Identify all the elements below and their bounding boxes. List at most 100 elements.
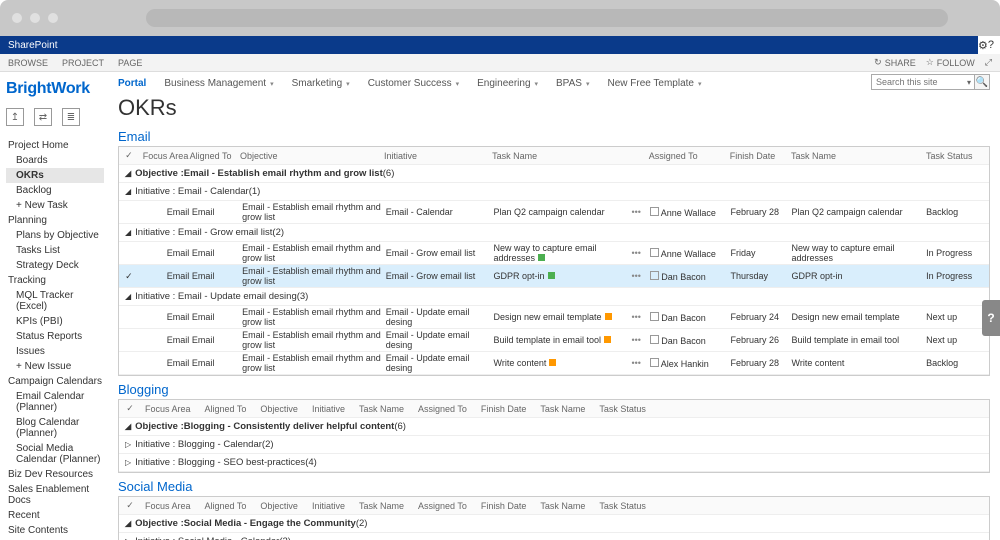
collapse-icon[interactable]: ◢ xyxy=(125,169,131,178)
topnav-item[interactable]: BPAS▾ xyxy=(556,78,589,89)
initiative-row[interactable]: ◢ Initiative : Email - Update email desi… xyxy=(119,288,989,306)
logo: BrightWork xyxy=(6,80,104,98)
row-menu-icon[interactable]: ••• xyxy=(623,335,650,345)
topnav-item[interactable]: Customer Success▾ xyxy=(368,78,459,89)
nav-subitem[interactable]: Status Reports xyxy=(6,329,104,344)
collapse-icon[interactable]: ◢ xyxy=(125,519,131,528)
row-menu-icon[interactable]: ••• xyxy=(623,248,650,258)
help-icon[interactable]: ? xyxy=(988,39,994,51)
objective-row[interactable]: ◢Objective : Blogging - Consistently del… xyxy=(119,418,989,436)
task-row[interactable]: EmailEmailEmail - Establish email rhythm… xyxy=(119,306,989,329)
task-row[interactable]: EmailEmailEmail - Establish email rhythm… xyxy=(119,329,989,352)
initiative-row[interactable]: ◢ Initiative : Email - Grow email list (… xyxy=(119,224,989,242)
nav-subitem[interactable]: KPIs (PBI) xyxy=(6,314,104,329)
grid-social: ✓ Focus Area Aligned To Objective Initia… xyxy=(118,496,990,540)
topnav-item[interactable]: Portal xyxy=(118,78,146,89)
chevron-down-icon: ▾ xyxy=(586,80,590,88)
section-title-social: Social Media xyxy=(118,479,990,494)
nav-subitem[interactable]: OKRs xyxy=(6,168,104,183)
initiative-row[interactable]: ◢ Initiative : Email - Calendar (1) xyxy=(119,183,989,201)
status-badge xyxy=(538,254,545,261)
nav-subitem[interactable]: Boards xyxy=(6,153,104,168)
row-menu-icon[interactable]: ••• xyxy=(623,207,650,217)
task-row[interactable]: ✓EmailEmailEmail - Establish email rhyth… xyxy=(119,265,989,288)
collapse-icon[interactable]: ◢ xyxy=(125,292,131,301)
assignee-checkbox[interactable] xyxy=(650,335,659,344)
topnav-item[interactable]: New Free Template▾ xyxy=(607,78,701,89)
assignee-checkbox[interactable] xyxy=(650,248,659,257)
nav-subitem[interactable]: Tasks List xyxy=(6,243,104,258)
ribbon-tab-project[interactable]: PROJECT xyxy=(62,58,104,68)
collapse-icon[interactable]: ◢ xyxy=(125,422,131,431)
assignee-checkbox[interactable] xyxy=(650,207,659,216)
assignee-checkbox[interactable] xyxy=(650,358,659,367)
chevron-down-icon: ▾ xyxy=(535,80,539,88)
status-badge xyxy=(605,313,612,320)
nav-subitem[interactable]: Email Calendar (Planner) xyxy=(6,389,104,415)
nav-item[interactable]: Site Contents xyxy=(6,523,104,538)
nav-subitem[interactable]: Blog Calendar (Planner) xyxy=(6,415,104,441)
help-side-tab[interactable]: ? xyxy=(982,300,1000,336)
nav-item[interactable]: Recent xyxy=(6,508,104,523)
nav-subitem[interactable]: Social Media Calendar (Planner) xyxy=(6,441,104,467)
collapse-icon[interactable]: ◢ xyxy=(125,228,131,237)
nav-item[interactable]: Planning xyxy=(6,213,104,228)
nav-item[interactable]: Sales Enablement Docs xyxy=(6,482,104,508)
grid-email: ✓ Focus Area Aligned To Objective Initia… xyxy=(118,146,990,376)
ribbon-tab-browse[interactable]: BROWSE xyxy=(8,58,48,68)
initiative-row[interactable]: ▷ Initiative : Blogging - Calendar (2) xyxy=(119,436,989,454)
status-badge xyxy=(604,336,611,343)
follow-button[interactable]: ☆FOLLOW xyxy=(926,57,975,68)
star-icon: ☆ xyxy=(926,57,934,68)
list-icon[interactable]: ≣ xyxy=(62,108,80,126)
collapse-icon[interactable]: ▷ xyxy=(125,458,131,467)
nav-item[interactable]: Tracking xyxy=(6,273,104,288)
nav-subitem[interactable]: Backlog xyxy=(6,183,104,198)
ribbon-tab-page[interactable]: PAGE xyxy=(118,58,142,68)
url-bar[interactable] xyxy=(146,9,948,27)
share-button[interactable]: ↻SHARE xyxy=(874,57,916,68)
share-icon: ↻ xyxy=(874,57,882,68)
nav-subitem[interactable]: MQL Tracker (Excel) xyxy=(6,288,104,314)
assignee-checkbox[interactable] xyxy=(650,312,659,321)
suite-icons: ⚙ ? xyxy=(978,36,1000,54)
nav-item[interactable]: Campaign Calendars xyxy=(6,374,104,389)
assignee-checkbox[interactable] xyxy=(650,271,659,280)
nav-subitem[interactable]: + New Issue xyxy=(6,359,104,374)
objective-row[interactable]: ◢Objective : Email - Establish email rhy… xyxy=(119,165,989,183)
browser-chrome xyxy=(0,0,1000,36)
row-menu-icon[interactable]: ••• xyxy=(623,312,650,322)
topnav-item[interactable]: Business Management▾ xyxy=(164,78,273,89)
objective-row[interactable]: ◢Objective : Social Media - Engage the C… xyxy=(119,515,989,533)
nav-subitem[interactable]: Plans by Objective xyxy=(6,228,104,243)
row-menu-icon[interactable]: ••• xyxy=(623,271,650,281)
gear-icon[interactable]: ⚙ xyxy=(978,39,988,52)
task-row[interactable]: EmailEmailEmail - Establish email rhythm… xyxy=(119,242,989,265)
initiative-row[interactable]: ▷ Initiative : Blogging - SEO best-pract… xyxy=(119,454,989,472)
sync-icon[interactable]: ⇄ xyxy=(34,108,52,126)
nav-item[interactable]: Biz Dev Resources xyxy=(6,467,104,482)
nav-subitem[interactable]: Issues xyxy=(6,344,104,359)
status-badge xyxy=(549,359,556,366)
upload-icon[interactable]: ↥ xyxy=(6,108,24,126)
task-row[interactable]: EmailEmailEmail - Establish email rhythm… xyxy=(119,352,989,375)
focus-icon[interactable]: ⤢ xyxy=(985,57,992,68)
nav-subitem[interactable]: + New Task xyxy=(6,198,104,213)
nav-item[interactable]: Project Home xyxy=(6,138,104,153)
window-dot xyxy=(30,13,40,23)
row-menu-icon[interactable]: ••• xyxy=(623,358,650,368)
collapse-icon[interactable]: ▷ xyxy=(125,440,131,449)
top-nav: Portal Business Management▾ Smarketing▾ Cus… xyxy=(118,76,990,93)
row-checkbox[interactable]: ✓ xyxy=(119,271,139,282)
task-row[interactable]: EmailEmailEmail - Establish email rhythm… xyxy=(119,201,989,224)
initiative-row[interactable]: ▷ Initiative : Social Media - Calendar (… xyxy=(119,533,989,540)
search-input[interactable] xyxy=(871,74,981,90)
left-nav: BrightWork ↥ ⇄ ≣ Project HomeBoardsOKRsB… xyxy=(0,72,110,540)
search-go-button[interactable]: 🔍 xyxy=(974,74,990,90)
topnav-item[interactable]: Smarketing▾ xyxy=(292,78,350,89)
collapse-icon[interactable]: ◢ xyxy=(125,187,131,196)
topnav-item[interactable]: Engineering▾ xyxy=(477,78,538,89)
search-scope-dropdown[interactable]: ▾ xyxy=(967,78,971,87)
section-title-email: Email xyxy=(118,129,990,144)
nav-subitem[interactable]: Strategy Deck xyxy=(6,258,104,273)
